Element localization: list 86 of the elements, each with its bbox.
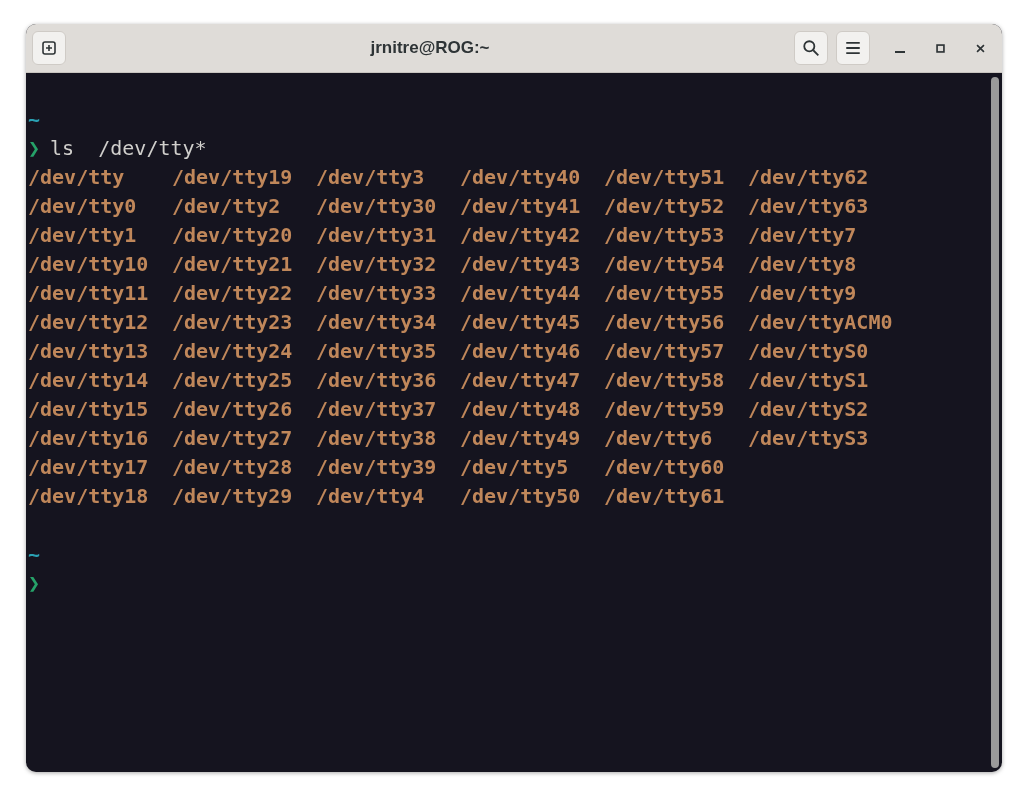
file-name: /dev/tty51 <box>604 165 725 189</box>
file-name: /dev/ttyS3 <box>748 426 869 450</box>
file-name: /dev/tty45 <box>460 310 581 334</box>
file-name: /dev/tty54 <box>604 252 725 276</box>
file-name: /dev/tty34 <box>316 310 437 334</box>
search-icon <box>802 39 820 57</box>
file-name: /dev/tty10 <box>28 252 149 276</box>
file-name: /dev/tty <box>28 165 125 189</box>
file-name: /dev/tty41 <box>460 194 581 218</box>
file-name: /dev/tty1 <box>28 223 137 247</box>
file-name: /dev/tty4 <box>316 484 425 508</box>
file-name: /dev/tty29 <box>172 484 293 508</box>
file-name: /dev/tty42 <box>460 223 581 247</box>
window-title: jrnitre@ROG:~ <box>370 37 490 60</box>
file-name: /dev/ttyS2 <box>748 397 869 421</box>
file-name: /dev/tty3 <box>316 165 425 189</box>
file-name: /dev/tty0 <box>28 194 137 218</box>
prompt-symbol: ❯ <box>28 135 41 162</box>
file-name: /dev/tty43 <box>460 252 581 276</box>
file-name: /dev/tty12 <box>28 310 149 334</box>
file-name: /dev/tty22 <box>172 281 293 305</box>
file-name: /dev/tty62 <box>748 165 869 189</box>
file-name: /dev/tty48 <box>460 397 581 421</box>
file-name: /dev/tty53 <box>604 223 725 247</box>
file-name: /dev/tty37 <box>316 397 437 421</box>
file-name: /dev/tty50 <box>460 484 581 508</box>
file-name: /dev/tty20 <box>172 223 293 247</box>
cwd-text: ~ <box>28 107 41 131</box>
file-name: /dev/tty8 <box>748 252 857 276</box>
file-name: /dev/tty58 <box>604 368 725 392</box>
file-name: /dev/tty13 <box>28 339 149 363</box>
minimize-icon <box>895 51 905 53</box>
new-tab-button[interactable] <box>32 31 66 65</box>
command-text: ls /dev/tty* <box>50 135 207 162</box>
file-name: /dev/tty60 <box>604 455 725 479</box>
file-name: /dev/tty6 <box>604 426 713 450</box>
file-name: /dev/tty46 <box>460 339 581 363</box>
search-button[interactable] <box>794 31 828 65</box>
file-name: /dev/tty19 <box>172 165 293 189</box>
cwd-text: ~ <box>28 542 41 566</box>
file-name: /dev/tty57 <box>604 339 725 363</box>
file-name: /dev/tty11 <box>28 281 149 305</box>
file-name: /dev/tty61 <box>604 484 725 508</box>
file-name: /dev/ttyS0 <box>748 339 869 363</box>
file-name: /dev/tty33 <box>316 281 437 305</box>
file-name: /dev/tty49 <box>460 426 581 450</box>
menu-icon <box>844 39 862 57</box>
file-name: /dev/tty63 <box>748 194 869 218</box>
prompt-symbol: ❯ <box>28 570 41 597</box>
scrollbar-thumb[interactable] <box>991 77 999 768</box>
file-name: /dev/tty38 <box>316 426 437 450</box>
file-name: /dev/ttyACM0 <box>748 310 893 334</box>
close-icon <box>974 42 986 54</box>
file-name: /dev/tty15 <box>28 397 149 421</box>
file-name: /dev/tty47 <box>460 368 581 392</box>
menu-button[interactable] <box>836 31 870 65</box>
file-name: /dev/tty31 <box>316 223 437 247</box>
file-name: /dev/tty7 <box>748 223 857 247</box>
file-name: /dev/tty55 <box>604 281 725 305</box>
file-name: /dev/ttyS1 <box>748 368 869 392</box>
file-name: /dev/tty59 <box>604 397 725 421</box>
file-name: /dev/tty18 <box>28 484 149 508</box>
file-name: /dev/tty16 <box>28 426 149 450</box>
file-name: /dev/tty26 <box>172 397 293 421</box>
file-name: /dev/tty40 <box>460 165 581 189</box>
file-name: /dev/tty32 <box>316 252 437 276</box>
file-name: /dev/tty36 <box>316 368 437 392</box>
maximize-icon <box>934 42 946 54</box>
file-name: /dev/tty14 <box>28 368 149 392</box>
file-name: /dev/tty21 <box>172 252 293 276</box>
file-name: /dev/tty2 <box>172 194 281 218</box>
file-name: /dev/tty5 <box>460 455 569 479</box>
file-name: /dev/tty52 <box>604 194 725 218</box>
file-name: /dev/tty25 <box>172 368 293 392</box>
file-name: /dev/tty30 <box>316 194 437 218</box>
plus-square-icon <box>41 40 57 56</box>
file-name: /dev/tty28 <box>172 455 293 479</box>
file-name: /dev/tty44 <box>460 281 581 305</box>
file-name: /dev/tty23 <box>172 310 293 334</box>
file-name: /dev/tty39 <box>316 455 437 479</box>
file-name: /dev/tty27 <box>172 426 293 450</box>
file-name: /dev/tty9 <box>748 281 857 305</box>
file-name: /dev/tty24 <box>172 339 293 363</box>
file-name: /dev/tty56 <box>604 310 725 334</box>
file-name: /dev/tty35 <box>316 339 437 363</box>
file-name: /dev/tty17 <box>28 455 149 479</box>
